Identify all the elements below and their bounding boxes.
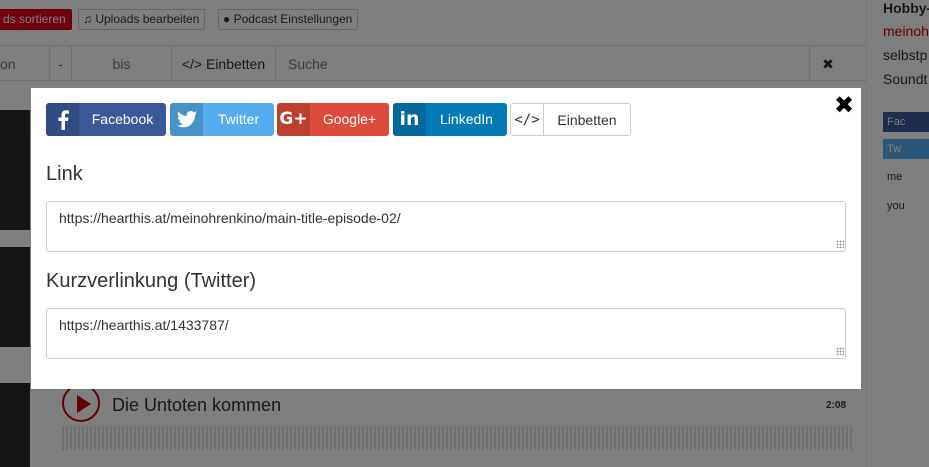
short-link-label: Kurzverlinkung (Twitter) [46, 270, 257, 292]
short-link-field[interactable]: https://hearthis.at/1433787/ [46, 308, 846, 359]
facebook-icon [46, 103, 79, 136]
embed-share-button[interactable]: </> Einbetten [510, 103, 631, 136]
linkedin-share-label: LinkedIn [440, 111, 493, 127]
google-plus-icon: G+ [277, 103, 310, 136]
code-icon: </> [511, 104, 544, 135]
link-label: Link [46, 163, 83, 185]
twitter-share-label: Twitter [217, 111, 260, 127]
close-icon[interactable]: ✖ [834, 94, 854, 118]
google-plus-share-label: Google+ [322, 111, 377, 127]
google-plus-share-button[interactable]: G+ Google+ [277, 103, 389, 136]
resize-grip-icon[interactable] [836, 347, 844, 355]
twitter-icon [170, 103, 203, 136]
twitter-share-button[interactable]: Twitter [170, 103, 274, 136]
linkedin-icon: in [393, 103, 426, 136]
resize-grip-icon[interactable] [836, 240, 844, 248]
linkedin-share-button[interactable]: in LinkedIn [393, 103, 507, 136]
embed-share-label: Einbetten [557, 112, 617, 128]
facebook-share-button[interactable]: Facebook [46, 103, 166, 136]
share-modal: ✖ Facebook Twitter G+ Google+ in LinkedI… [31, 88, 861, 389]
facebook-share-label: Facebook [91, 111, 154, 127]
link-field[interactable]: https://hearthis.at/meinohrenkino/main-t… [46, 201, 846, 252]
